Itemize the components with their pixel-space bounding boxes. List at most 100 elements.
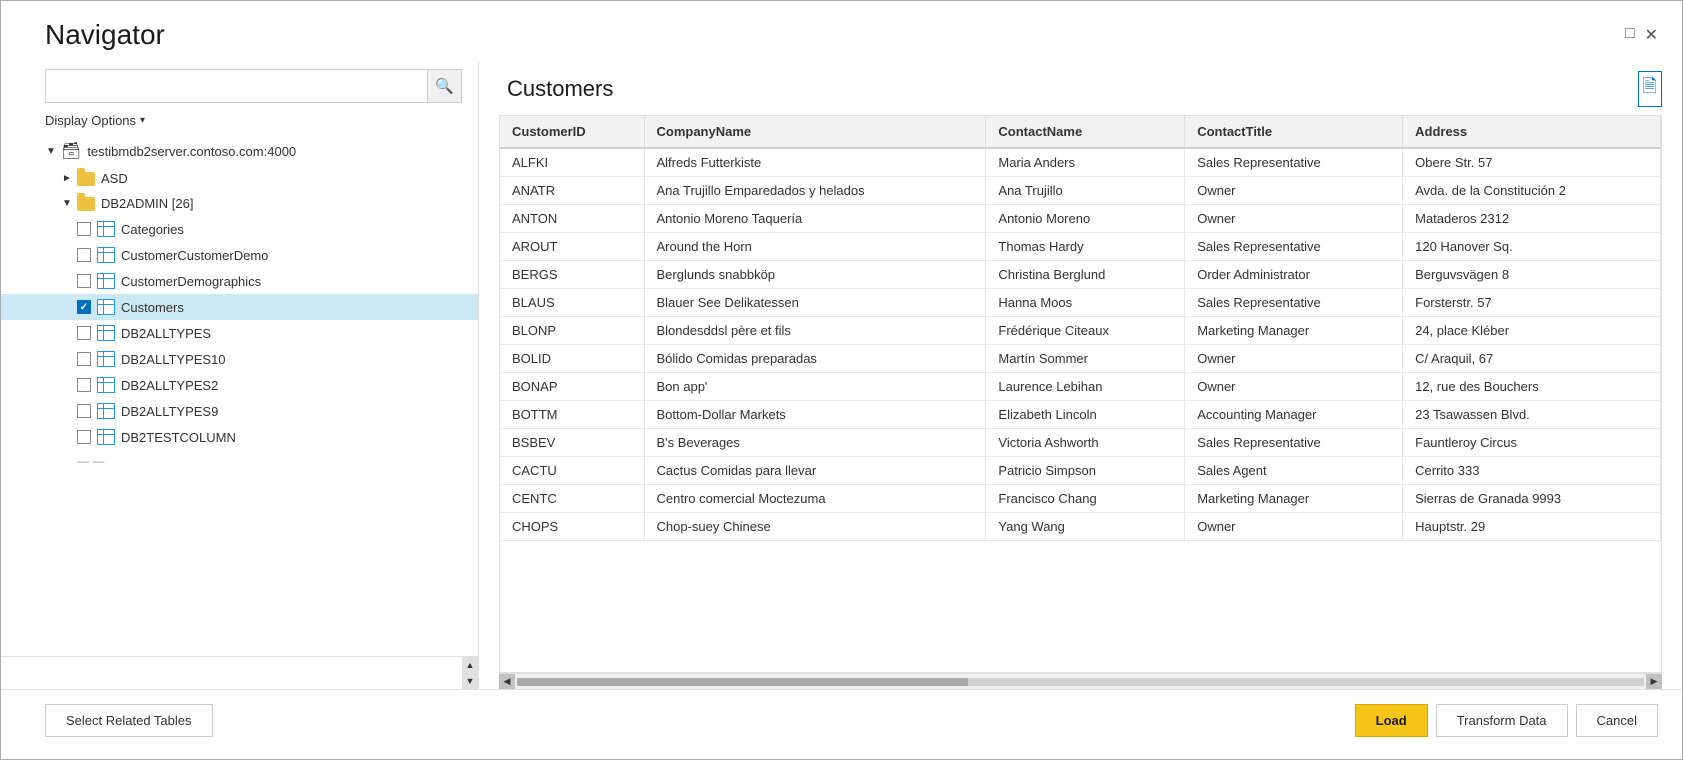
search-input[interactable]	[46, 70, 427, 102]
tree-scroll-up[interactable]: ▲	[462, 657, 478, 673]
table-cell: Berglunds snabbköp	[644, 261, 986, 289]
h-scrollbar-track[interactable]	[517, 678, 1644, 686]
tree-item-customers[interactable]: Customers	[1, 294, 478, 320]
table-cell: Accounting Manager	[1185, 401, 1403, 429]
table-cell: Yang Wang	[986, 513, 1185, 541]
table-cell: Hauptstr. 29	[1403, 513, 1661, 541]
title-bar: Navigator □ ✕	[1, 1, 1682, 51]
table-icon-categories	[97, 221, 115, 237]
table-row: ANATRAna Trujillo Emparedados y heladosA…	[500, 177, 1661, 205]
table-cell: Sales Representative	[1185, 233, 1403, 261]
tree-item-customercustomerdemo[interactable]: CustomerCustomerDemo	[1, 242, 478, 268]
server-icon: 🗃	[61, 141, 81, 161]
page-title: Navigator	[45, 19, 165, 51]
tree-label-asd: ASD	[101, 171, 128, 186]
scroll-right-icon[interactable]: ▶	[1646, 674, 1662, 690]
checkbox-db2alltypes[interactable]	[77, 326, 91, 340]
table-cell: Owner	[1185, 205, 1403, 233]
table-cell: Fauntleroy Circus	[1403, 429, 1661, 457]
tree-item-db2alltypes9[interactable]: DB2ALLTYPES9	[1, 398, 478, 424]
table-cell: BONAP	[500, 373, 644, 401]
col-contacttitle: ContactTitle	[1185, 116, 1403, 148]
tree-toggle-asd[interactable]: ►	[61, 173, 73, 184]
checkbox-db2alltypes2[interactable]	[77, 378, 91, 392]
table-cell: Bólido Comidas preparadas	[644, 345, 986, 373]
table-cell: Thomas Hardy	[986, 233, 1185, 261]
display-options-button[interactable]: Display Options ▾	[1, 113, 478, 136]
select-related-tables-button[interactable]: Select Related Tables	[45, 704, 213, 737]
table-cell: B's Beverages	[644, 429, 986, 457]
checkbox-db2alltypes9[interactable]	[77, 404, 91, 418]
table-row: ALFKIAlfreds FutterkisteMaria AndersSale…	[500, 148, 1661, 177]
table-cell: Around the Horn	[644, 233, 986, 261]
table-cell: C/ Araquil, 67	[1403, 345, 1661, 373]
table-row: BERGSBerglunds snabbköpChristina Berglun…	[500, 261, 1661, 289]
table-icon-db2alltypes	[97, 325, 115, 341]
tree-item-customerdemographics[interactable]: CustomerDemographics	[1, 268, 478, 294]
table-row: ANTONAntonio Moreno TaqueríaAntonio More…	[500, 205, 1661, 233]
table-cell: Centro comercial Moctezuma	[644, 485, 986, 513]
col-customerid: CustomerID	[500, 116, 644, 148]
tree-item-categories[interactable]: Categories	[1, 216, 478, 242]
transform-data-button[interactable]: Transform Data	[1436, 704, 1568, 737]
table-cell: Sales Agent	[1185, 457, 1403, 485]
export-icon[interactable]: 🗎	[1638, 71, 1662, 107]
table-cell: Cactus Comidas para llevar	[644, 457, 986, 485]
minimize-icon[interactable]: □	[1625, 25, 1635, 45]
tree-label-db2alltypes10: DB2ALLTYPES10	[121, 352, 226, 367]
h-scrollbar-thumb[interactable]	[517, 678, 968, 686]
tree-item-db2testcolumn[interactable]: DB2TESTCOLUMN	[1, 424, 478, 450]
checkbox-db2alltypes10[interactable]	[77, 352, 91, 366]
table-cell: Mataderos 2312	[1403, 205, 1661, 233]
table-icon-customers	[97, 299, 115, 315]
data-table-scroll[interactable]: CustomerID CompanyName ContactName Conta…	[500, 116, 1661, 672]
table-cell: Bon app'	[644, 373, 986, 401]
right-panel: Customers 🗎 CustomerID CompanyName Conta…	[479, 61, 1682, 689]
tree-item-db2alltypes2[interactable]: DB2ALLTYPES2	[1, 372, 478, 398]
checkbox-db2testcolumn[interactable]	[77, 430, 91, 444]
search-icon[interactable]: 🔍	[427, 70, 461, 102]
customers-table: CustomerID CompanyName ContactName Conta…	[500, 116, 1661, 541]
table-cell: BLAUS	[500, 289, 644, 317]
tree-label-categories: Categories	[121, 222, 184, 237]
tree-item-db2alltypes10[interactable]: DB2ALLTYPES10	[1, 346, 478, 372]
tree-label-db2admin: DB2ADMIN [26]	[101, 196, 193, 211]
table-cell: 120 Hanover Sq.	[1403, 233, 1661, 261]
table-cell: Owner	[1185, 345, 1403, 373]
tree-server-item[interactable]: ▼ 🗃 testibmdb2server.contoso.com:4000	[1, 136, 478, 166]
tree-scroll-down[interactable]: ▼	[462, 673, 478, 689]
tree-item-db2alltypes[interactable]: DB2ALLTYPES	[1, 320, 478, 346]
cancel-button[interactable]: Cancel	[1576, 704, 1658, 737]
table-cell: AROUT	[500, 233, 644, 261]
table-cell: Alfreds Futterkiste	[644, 148, 986, 177]
load-button[interactable]: Load	[1355, 704, 1428, 737]
checkbox-customercustomerdemo[interactable]	[77, 248, 91, 262]
left-panel: 🔍 Display Options ▾ ▼ 🗃 testibmdb2server…	[1, 61, 479, 689]
table-cell: Sales Representative	[1185, 148, 1403, 177]
checkbox-categories[interactable]	[77, 222, 91, 236]
search-bar: 🔍	[45, 69, 462, 103]
checkbox-customerdemographics[interactable]	[77, 274, 91, 288]
table-cell: Forsterstr. 57	[1403, 289, 1661, 317]
table-cell: Antonio Moreno Taquería	[644, 205, 986, 233]
tree-toggle-server[interactable]: ▼	[45, 146, 57, 157]
table-cell: 12, rue des Bouchers	[1403, 373, 1661, 401]
folder-icon-db2admin	[77, 197, 95, 211]
window-controls: □ ✕	[1625, 19, 1658, 45]
table-cell: Christina Berglund	[986, 261, 1185, 289]
table-row: CACTUCactus Comidas para llevarPatricio …	[500, 457, 1661, 485]
close-icon[interactable]: ✕	[1645, 25, 1658, 45]
table-cell: BOTTM	[500, 401, 644, 429]
h-scrollbar[interactable]: ◀ ▶	[499, 673, 1662, 689]
scroll-left-icon[interactable]: ◀	[499, 674, 515, 690]
tree-label-db2alltypes9: DB2ALLTYPES9	[121, 404, 218, 419]
tree-item-db2admin[interactable]: ▼ DB2ADMIN [26]	[1, 191, 478, 216]
table-row: AROUTAround the HornThomas HardySales Re…	[500, 233, 1661, 261]
table-cell: CHOPS	[500, 513, 644, 541]
table-cell: CACTU	[500, 457, 644, 485]
tree-item-asd[interactable]: ► ASD	[1, 166, 478, 191]
table-cell: Antonio Moreno	[986, 205, 1185, 233]
checkbox-customers[interactable]	[77, 300, 91, 314]
tree-toggle-db2admin[interactable]: ▼	[61, 198, 73, 209]
table-cell: BERGS	[500, 261, 644, 289]
